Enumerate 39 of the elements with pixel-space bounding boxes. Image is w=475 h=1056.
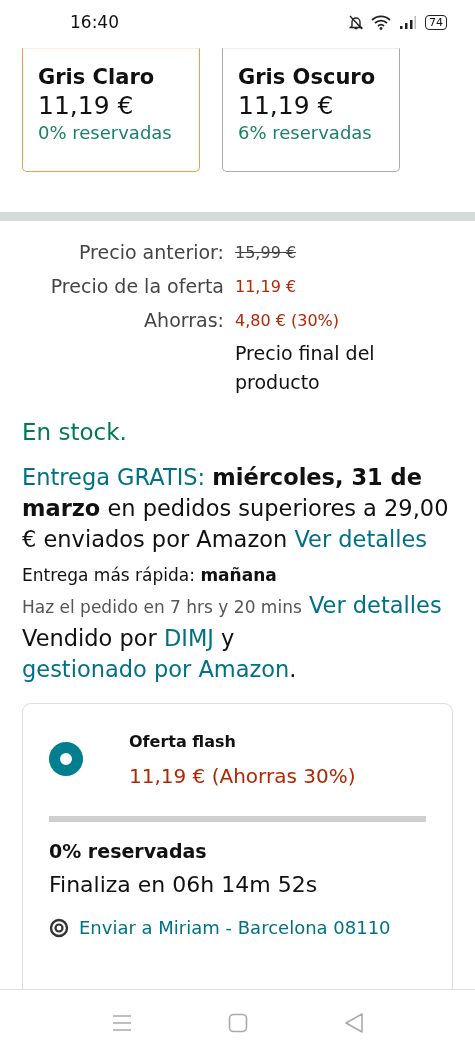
price-note: Precio final del producto bbox=[235, 341, 376, 395]
price-value: 4,80 € (30%) bbox=[235, 310, 341, 330]
price-label: Precio de la oferta bbox=[49, 275, 224, 297]
fastest-delivery-text: Entrega más rápida: mañana bbox=[22, 564, 278, 587]
countdown-text: Finaliza en 06h 14m 52s bbox=[49, 871, 319, 899]
reserved-text: 6% reservadas bbox=[238, 122, 373, 143]
radio-button[interactable] bbox=[49, 742, 83, 776]
stock-status: En stock. bbox=[22, 418, 128, 447]
order-deadline-text: Haz el pedido en 7 hrs y 20 mins Ver detalles bbox=[22, 591, 443, 620]
reserved-text: 0% reservadas bbox=[38, 122, 173, 143]
deal-price: 11,19 € (Ahorras 30%) bbox=[129, 763, 356, 790]
seller-link[interactable]: DIMJ bbox=[163, 625, 214, 651]
menu-icon[interactable] bbox=[111, 1014, 132, 1032]
price-label: Precio anterior: bbox=[78, 241, 224, 263]
reserved-text: 0% reservadas bbox=[49, 839, 208, 864]
price-value: 15,99 € bbox=[235, 242, 298, 262]
variant-name: Gris Claro bbox=[38, 65, 156, 89]
variant-name: Gris Oscuro bbox=[238, 65, 377, 89]
variant-card[interactable]: Gris Claro 11,19 € 0% reservadas bbox=[22, 48, 200, 172]
seller-link[interactable]: gestionado por Amazon bbox=[22, 656, 290, 682]
status-time: 16:40 bbox=[70, 12, 120, 32]
deal-title: Oferta flash bbox=[129, 731, 237, 753]
details-link[interactable]: Ver detalles bbox=[294, 526, 428, 552]
delivery-text: Entrega GRATIS: miércoles, 31 de marzo en pedidos superiores a 29,00 € enviados por Amazon Ver detalles bbox=[22, 463, 450, 554]
location-icon bbox=[49, 917, 69, 938]
variant-card[interactable]: Gris Oscuro 11,19 € 6% reservadas bbox=[222, 48, 400, 172]
price-label: Ahorras: bbox=[143, 309, 224, 331]
seller-text: Vendido por DIMJ y gestionado por Amazon. bbox=[22, 624, 298, 684]
battery-level: 74 bbox=[425, 14, 447, 30]
ship-to-link[interactable]: Enviar a Miriam - Barcelona 08110 bbox=[79, 912, 391, 943]
bell-off-icon bbox=[349, 14, 363, 30]
variant-price: 11,19 € bbox=[238, 91, 335, 120]
variant-price: 11,19 € bbox=[38, 91, 135, 120]
details-link[interactable]: Ver detalles bbox=[308, 592, 442, 618]
wifi-icon bbox=[371, 14, 391, 30]
price-value: 11,19 € bbox=[235, 276, 298, 296]
back-icon[interactable] bbox=[343, 1012, 364, 1034]
signal-icon bbox=[399, 14, 417, 30]
home-icon[interactable] bbox=[227, 1013, 248, 1033]
